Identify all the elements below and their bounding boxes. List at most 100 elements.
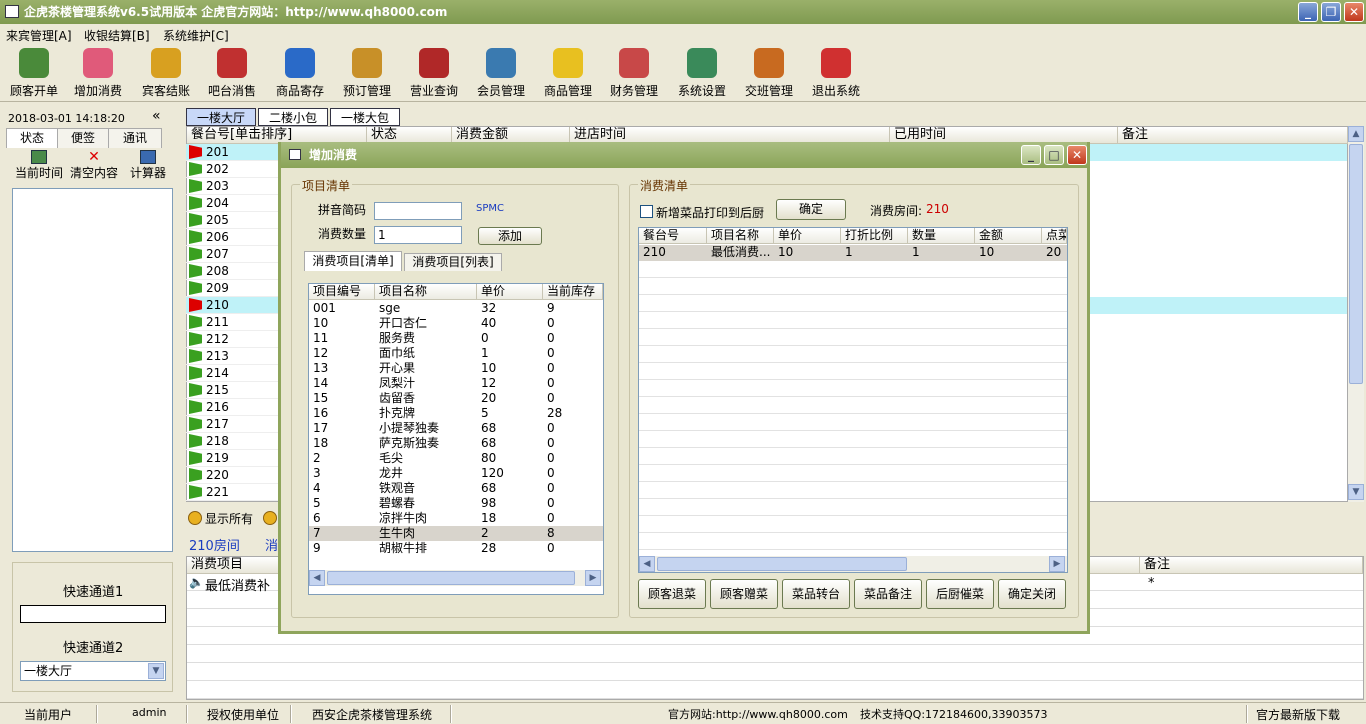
calculator-tool[interactable]: 计算器 bbox=[122, 150, 174, 181]
room-row[interactable]: 213 bbox=[186, 348, 280, 365]
room-row[interactable]: 202 bbox=[186, 161, 280, 178]
channel1-input[interactable] bbox=[20, 605, 166, 623]
toolbar-button[interactable]: 商品管理 bbox=[536, 48, 600, 100]
close-button[interactable]: ✕ bbox=[1344, 2, 1364, 22]
room-row[interactable]: 205 bbox=[186, 212, 280, 229]
floor-tab-3[interactable]: 一楼大包 bbox=[330, 108, 400, 126]
room-row[interactable]: 215 bbox=[186, 382, 280, 399]
gift-dish-button[interactable]: 顾客赠菜 bbox=[710, 579, 778, 609]
room-row[interactable]: 203 bbox=[186, 178, 280, 195]
item-row[interactable]: 14 凤梨汁 12 0 bbox=[309, 376, 603, 391]
tab-comm[interactable]: 通讯 bbox=[108, 128, 162, 148]
room-row[interactable]: 219 bbox=[186, 450, 280, 467]
channel2-select[interactable]: 一楼大厅 ▼ bbox=[20, 661, 166, 681]
room-row[interactable]: 212 bbox=[186, 331, 280, 348]
toolbar-button[interactable]: 预订管理 bbox=[335, 48, 399, 100]
collapse-icon[interactable]: « bbox=[152, 108, 161, 124]
item-row[interactable]: 7 生牛肉 2 8 bbox=[309, 526, 603, 541]
minimize-button[interactable]: _ bbox=[1298, 2, 1318, 22]
notes-area[interactable] bbox=[12, 188, 173, 552]
item-row[interactable]: 16 扑克牌 5 28 bbox=[309, 406, 603, 421]
room-row[interactable]: 220 bbox=[186, 467, 280, 484]
room-row[interactable]: 206 bbox=[186, 229, 280, 246]
pinyin-input[interactable] bbox=[374, 202, 462, 220]
item-row[interactable]: 18 萨克斯独奏 68 0 bbox=[309, 436, 603, 451]
toolbar-button[interactable]: 退出系统 bbox=[804, 48, 868, 100]
transfer-table-button[interactable]: 菜品转台 bbox=[782, 579, 850, 609]
tab-item-grid[interactable]: 消费项目[列表] bbox=[404, 253, 502, 271]
dialog-close-button[interactable]: ✕ bbox=[1067, 145, 1087, 165]
room-row[interactable]: 210 bbox=[186, 297, 280, 314]
item-table-hscroll[interactable]: ◀ ▶ bbox=[309, 570, 603, 586]
confirm-button[interactable]: 确定 bbox=[776, 199, 846, 220]
item-row[interactable]: 11 服务费 0 0 bbox=[309, 331, 603, 346]
dialog-maximize-button[interactable]: □ bbox=[1044, 145, 1064, 165]
urge-kitchen-button[interactable]: 后厨催菜 bbox=[926, 579, 994, 609]
bill-scroll-right-icon[interactable]: ▶ bbox=[1049, 556, 1065, 572]
toolbar-button[interactable]: 营业查询 bbox=[402, 48, 466, 100]
menu-system[interactable]: 系统维护[C] bbox=[163, 27, 229, 44]
qty-input[interactable]: 1 bbox=[374, 226, 462, 244]
toolbar-button[interactable]: 财务管理 bbox=[602, 48, 666, 100]
add-button[interactable]: 添加 bbox=[478, 227, 542, 245]
item-row[interactable]: 13 开心果 10 0 bbox=[309, 361, 603, 376]
col-remark[interactable]: 备注 bbox=[1118, 127, 1348, 144]
clear-content-tool[interactable]: ✕ 清空内容 bbox=[68, 150, 120, 181]
current-time-tool[interactable]: 当前时间 bbox=[13, 150, 65, 181]
maximize-button[interactable]: ❐ bbox=[1321, 2, 1341, 22]
room-row[interactable]: 204 bbox=[186, 195, 280, 212]
tab-status[interactable]: 状态 bbox=[6, 128, 58, 148]
toolbar-button[interactable]: 商品寄存 bbox=[268, 48, 332, 100]
item-row[interactable]: 5 碧螺春 98 0 bbox=[309, 496, 603, 511]
item-row[interactable]: 4 铁观音 68 0 bbox=[309, 481, 603, 496]
menu-checkout[interactable]: 收银结算[B] bbox=[84, 27, 150, 44]
bill-scroll-left-icon[interactable]: ◀ bbox=[639, 556, 655, 572]
toolbar-button[interactable]: 会员管理 bbox=[469, 48, 533, 100]
toolbar-button[interactable]: 系统设置 bbox=[670, 48, 734, 100]
item-row[interactable]: 6 凉拌牛肉 18 0 bbox=[309, 511, 603, 526]
room-row[interactable]: 221 bbox=[186, 484, 280, 501]
floor-tab-1[interactable]: 一楼大厅 bbox=[186, 108, 256, 126]
item-row[interactable]: 001 sge 32 9 bbox=[309, 301, 603, 316]
scroll-down-icon[interactable]: ▼ bbox=[1348, 484, 1364, 500]
toolbar-button[interactable]: 吧台消售 bbox=[200, 48, 264, 100]
item-row[interactable]: 3 龙井 120 0 bbox=[309, 466, 603, 481]
room-row[interactable]: 218 bbox=[186, 433, 280, 450]
dialog-minimize-button[interactable]: _ bbox=[1021, 145, 1041, 165]
toolbar-button[interactable]: 交班管理 bbox=[737, 48, 801, 100]
tab-item-list[interactable]: 消费项目[清单] bbox=[304, 251, 402, 271]
room-row[interactable]: 207 bbox=[186, 246, 280, 263]
toolbar-button[interactable]: 宾客结账 bbox=[134, 48, 198, 100]
item-hscroll-thumb[interactable] bbox=[327, 571, 575, 585]
print-checkbox[interactable] bbox=[640, 205, 653, 218]
item-row[interactable]: 2 毛尖 80 0 bbox=[309, 451, 603, 466]
room-grid-scrollbar[interactable]: ▲ ▼ bbox=[1348, 126, 1364, 502]
floor-tab-2[interactable]: 二楼小包 bbox=[258, 108, 328, 126]
bill-row[interactable]: 210 最低消费... 10 1 1 10 20 bbox=[639, 245, 1067, 261]
room-row[interactable]: 208 bbox=[186, 263, 280, 280]
item-row[interactable]: 17 小提琴独奏 68 0 bbox=[309, 421, 603, 436]
scroll-thumb[interactable] bbox=[1349, 144, 1363, 384]
toolbar-button[interactable]: 增加消费 bbox=[66, 48, 130, 100]
bill-table-hscroll[interactable]: ◀ ▶ bbox=[639, 556, 1067, 572]
return-dish-button[interactable]: 顾客退菜 bbox=[638, 579, 706, 609]
scroll-right-icon[interactable]: ▶ bbox=[585, 570, 601, 586]
refresh-icon[interactable] bbox=[263, 511, 277, 525]
room-row[interactable]: 211 bbox=[186, 314, 280, 331]
bill-hscroll-thumb[interactable] bbox=[657, 557, 907, 571]
item-row[interactable]: 9 胡椒牛排 28 0 bbox=[309, 541, 603, 556]
chevron-down-icon[interactable]: ▼ bbox=[148, 663, 164, 679]
room-row[interactable]: 217 bbox=[186, 416, 280, 433]
tab-notes[interactable]: 便签 bbox=[57, 128, 109, 148]
item-row[interactable]: 10 开口杏仁 40 0 bbox=[309, 316, 603, 331]
room-row[interactable]: 201 bbox=[186, 144, 280, 161]
dish-note-button[interactable]: 菜品备注 bbox=[854, 579, 922, 609]
menu-guest[interactable]: 来宾管理[A] bbox=[6, 27, 72, 44]
room-row[interactable]: 214 bbox=[186, 365, 280, 382]
confirm-close-button[interactable]: 确定关闭 bbox=[998, 579, 1066, 609]
item-row[interactable]: 15 齿留香 20 0 bbox=[309, 391, 603, 406]
scroll-left-icon[interactable]: ◀ bbox=[309, 570, 325, 586]
status-download-link[interactable]: 官方最新版下载 bbox=[1256, 706, 1340, 723]
toolbar-button[interactable]: 顾客开单 bbox=[2, 48, 66, 100]
scroll-up-icon[interactable]: ▲ bbox=[1348, 126, 1364, 142]
